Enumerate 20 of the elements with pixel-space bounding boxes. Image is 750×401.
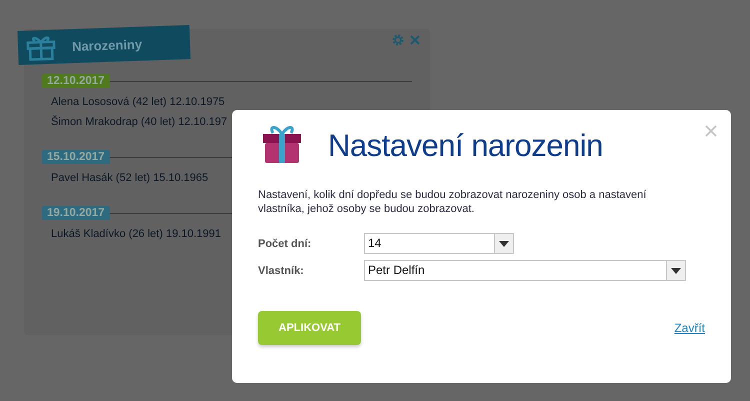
birthday-entry: Alena Lososová (42 let) 12.10.1975 (51, 96, 225, 108)
widget-title: Narozeniny (72, 36, 142, 54)
date-label: 12.10.2017 (42, 74, 110, 88)
dropdown-field[interactable]: 14 (364, 233, 514, 254)
field-label: Počet dní: (258, 238, 312, 250)
date-label: 19.10.2017 (42, 206, 110, 220)
birthday-entry: Lukáš Kladívko (26 let) 19.10.1991 (51, 228, 222, 240)
close-link[interactable]: Zavřít (674, 321, 705, 335)
caret-icon (671, 268, 681, 274)
dialog-description: Nastavení, kolik dní dopředu se budou zobrazovat narozeniny osob a nastavení vlastníka, jehož osoby se budou zobrazovat. (258, 188, 648, 216)
field-label: Vlastník: (258, 264, 305, 276)
caret-icon (499, 240, 509, 246)
birthday-entry: Pavel Hasák (52 let) 15.10.1965 (51, 172, 208, 184)
close-icon[interactable] (705, 125, 717, 137)
birthday-entry: Šimon Mrakodrap (40 let) 12.10.197 (51, 116, 228, 128)
dialog-title: Nastavení narozenin (328, 128, 603, 164)
close-icon[interactable] (410, 35, 420, 45)
date-label: 15.10.2017 (42, 150, 110, 164)
settings-icon[interactable] (392, 34, 404, 46)
dropdown-field[interactable]: Petr Delfín (364, 260, 686, 281)
